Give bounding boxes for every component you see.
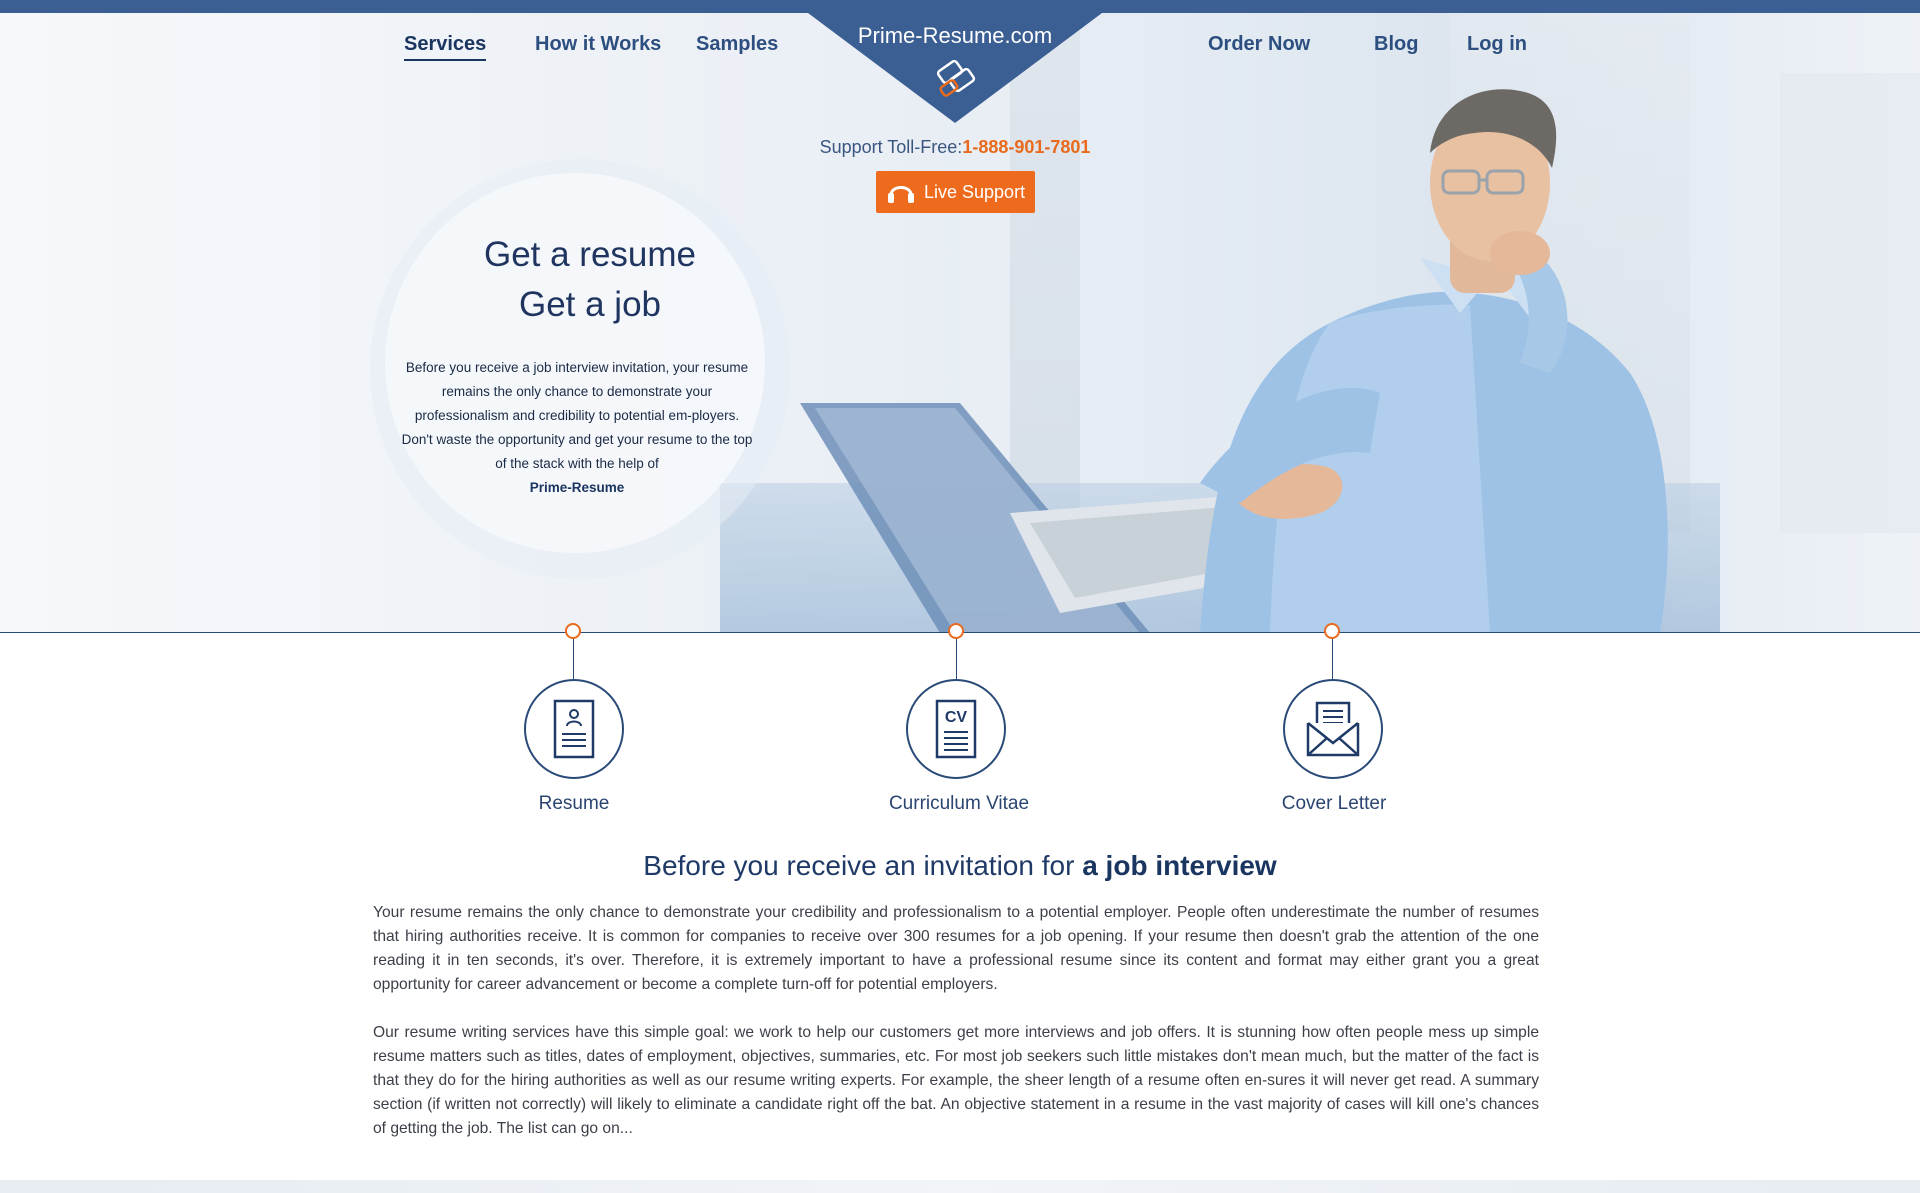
hero-description-text: Before you receive a job interview invit… bbox=[401, 360, 753, 471]
nav-blog[interactable]: Blog bbox=[1374, 33, 1418, 56]
envelope-letter-icon bbox=[1306, 701, 1360, 757]
resume-document-icon bbox=[553, 699, 595, 759]
connector-line bbox=[573, 633, 574, 679]
section-title-plain: Before you receive an invitation for bbox=[643, 850, 1083, 881]
bottom-strip bbox=[0, 1180, 1920, 1193]
section-paragraph-1: Your resume remains the only chance to d… bbox=[373, 904, 1539, 993]
section-title-bold: a job interview bbox=[1082, 850, 1277, 881]
service-cover-letter-label[interactable]: Cover Letter bbox=[1204, 793, 1464, 815]
cv-icon-text: CV bbox=[945, 709, 968, 726]
hero-headline-line2: Get a job bbox=[518, 285, 662, 324]
connector-line bbox=[956, 633, 957, 679]
live-support-label: Live Support bbox=[924, 181, 1026, 202]
nav-order-now[interactable]: Order Now bbox=[1208, 33, 1310, 56]
hero-headline-line1: Get a resume bbox=[483, 235, 697, 274]
logo-text: Prime-Resume.com bbox=[857, 23, 1053, 48]
section-paragraph-2: Our resume writing services have this si… bbox=[373, 1024, 1539, 1137]
service-resume-button[interactable] bbox=[524, 679, 624, 779]
top-bar bbox=[0, 0, 1920, 13]
hero-description: Before you receive a job interview invit… bbox=[398, 356, 756, 500]
nav-how-it-works[interactable]: How it Works bbox=[535, 33, 661, 56]
section-title: Before you receive an invitation for a j… bbox=[370, 850, 1550, 882]
cv-document-icon: CV bbox=[935, 699, 977, 759]
live-support-button[interactable]: Live Support bbox=[876, 171, 1035, 213]
service-resume-label[interactable]: Resume bbox=[444, 793, 704, 815]
site-logo[interactable]: Prime-Resume.com bbox=[808, 13, 1102, 123]
headset-icon bbox=[888, 186, 914, 203]
nav-samples[interactable]: Samples bbox=[696, 33, 778, 56]
support-label: Support Toll-Free: bbox=[819, 137, 963, 157]
connector-line bbox=[1332, 633, 1333, 679]
service-cv-label[interactable]: Curriculum Vitae bbox=[829, 793, 1089, 815]
support-phone-line: Support Toll-Free:1-888-901-7801 bbox=[790, 137, 1120, 158]
connector-dot bbox=[948, 623, 964, 639]
service-cv-button[interactable]: CV bbox=[906, 679, 1006, 779]
connector-dot bbox=[565, 623, 581, 639]
nav-log-in[interactable]: Log in bbox=[1467, 33, 1527, 56]
hero-headline: Get a resume Get a job bbox=[400, 230, 780, 330]
support-phone-number[interactable]: 1-888-901-7801 bbox=[962, 137, 1090, 157]
service-cover-letter-button[interactable] bbox=[1283, 679, 1383, 779]
nav-services[interactable]: Services bbox=[404, 33, 487, 61]
handshake-icon bbox=[936, 59, 976, 97]
background-window bbox=[1780, 73, 1920, 533]
hero-brand-text: Prime-Resume bbox=[529, 480, 625, 495]
connector-dot bbox=[1324, 623, 1340, 639]
